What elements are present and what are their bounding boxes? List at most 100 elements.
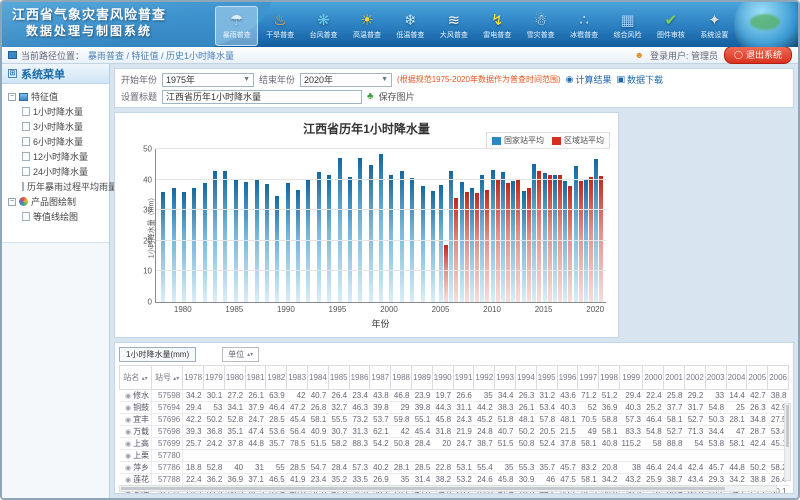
year-header-2004[interactable]: 2004 [726, 366, 747, 390]
tree-item-历年暴雨过程平均雨量[interactable]: 历年暴雨过程平均雨量 [8, 179, 107, 194]
toolbar-typhoon-survey[interactable]: ❋台风普查 [302, 6, 345, 46]
table-row-莲花[interactable]: ◉莲花5778822.436.236.937.146.541.923.435.2… [120, 474, 789, 486]
station-name-cell[interactable]: ◉铜鼓 [120, 402, 152, 414]
year-header-1987[interactable]: 1987 [370, 366, 391, 390]
expand-icon[interactable]: − [8, 198, 16, 206]
radio-icon[interactable]: ◉ [125, 441, 131, 448]
station-name-cell[interactable]: ◉莲花 [120, 474, 152, 486]
radio-icon[interactable]: ◉ [125, 417, 131, 424]
breadcrumb[interactable]: 暴雨普查 / 特征值 / 历史1小时降水量 [88, 49, 234, 62]
toolbar-hail-survey[interactable]: ∴冰雹普查 [562, 6, 605, 46]
radio-icon[interactable]: ◉ [125, 405, 131, 412]
year-header-1988[interactable]: 1988 [391, 366, 412, 390]
expand-icon[interactable]: − [8, 93, 16, 101]
vertical-scrollbar[interactable] [784, 403, 791, 481]
toolbar-rainstorm-survey[interactable]: ☂暴雨普查 [215, 6, 258, 46]
radio-icon[interactable]: ◉ [125, 393, 131, 400]
year-header-1984[interactable]: 1984 [308, 366, 329, 390]
toolbar-snow-survey[interactable]: ☃雪灾普查 [519, 6, 562, 46]
tree-item-24小时降水量[interactable]: 24小时降水量 [8, 164, 107, 179]
calc-result-button[interactable]: ◉ 计算结果 [566, 73, 612, 86]
gridline [156, 209, 606, 210]
toolbar-system-settings[interactable]: ✦系统设置 [693, 6, 736, 46]
table-row-铜鼓[interactable]: ◉铜鼓5769429.45334.137.946.447.226.832.746… [120, 402, 789, 414]
tree-group-1[interactable]: −产品图绘制 [8, 194, 107, 209]
plot-area: 01020304050 [155, 149, 606, 303]
tree-item-12小时降水量[interactable]: 12小时降水量 [8, 149, 107, 164]
table-row-上高[interactable]: ◉上高5769925.724.237.844.835.778.551.558.2… [120, 438, 789, 450]
end-year-select[interactable]: 2020年▼ [300, 73, 392, 87]
year-header-1986[interactable]: 1986 [349, 366, 370, 390]
start-year-select[interactable]: 1975年▼ [162, 73, 254, 87]
station-name-cell[interactable]: ◉萍乡 [120, 462, 152, 474]
year-header-2006[interactable]: 2006 [768, 366, 789, 390]
table-row-万载[interactable]: ◉万载5769839.336.835.147.453.656.440.930.7… [120, 426, 789, 438]
toolbar-drought-survey[interactable]: ♨干旱普查 [258, 6, 301, 46]
year-header-1983[interactable]: 1983 [287, 366, 308, 390]
table-row-上栗[interactable]: ◉上栗57780 [120, 450, 789, 462]
radio-icon[interactable]: ◉ [125, 477, 131, 484]
year-header-1994[interactable]: 1994 [515, 366, 536, 390]
year-header-1997[interactable]: 1997 [578, 366, 599, 390]
year-header-1989[interactable]: 1989 [412, 366, 433, 390]
toolbar-map-review[interactable]: ✔图件审核 [649, 6, 692, 46]
year-header-2000[interactable]: 2000 [643, 366, 664, 390]
year-header-1980[interactable]: 1980 [224, 366, 245, 390]
table-row-修水[interactable]: ◉修水5759834.230.127.226.163.94240.726.423… [120, 390, 789, 402]
year-header-1979[interactable]: 1979 [204, 366, 225, 390]
toolbar-low-temp-survey[interactable]: ❄低温普查 [389, 6, 432, 46]
column-header-站号[interactable]: 站号 ▴▾ [152, 366, 183, 390]
logout-button[interactable]: ◯ 退出系统 [724, 46, 792, 64]
table-panel: 1小时降水量(mm) 单位▴▾ 站名 ▴▾站号 ▴▾19781979198019… [114, 342, 794, 494]
table-row-宜丰[interactable]: ◉宜丰5769642.250.252.824.728.545.458.155.5… [120, 414, 789, 426]
tree-group-0[interactable]: −特征值 [8, 89, 107, 104]
station-name-cell[interactable]: ◉宜丰 [120, 414, 152, 426]
station-name-cell[interactable]: ◉修水 [120, 390, 152, 402]
year-header-1993[interactable]: 1993 [495, 366, 516, 390]
national-bar-1992 [306, 180, 310, 302]
national-bar-1998 [369, 165, 373, 302]
column-header-站名[interactable]: 站名 ▴▾ [120, 366, 152, 390]
chart-title-input[interactable]: 江西省历年1小时降水量 [162, 90, 362, 104]
year-header-1978[interactable]: 1978 [183, 366, 204, 390]
station-name-cell[interactable]: ◉上高 [120, 438, 152, 450]
toolbar-high-temp-survey[interactable]: ☀高温普查 [345, 6, 388, 46]
year-header-1985[interactable]: 1985 [328, 366, 349, 390]
vscroll-thumb[interactable] [786, 405, 789, 447]
bar-group-1996 [345, 149, 355, 302]
horizontal-scrollbar[interactable] [119, 485, 777, 492]
unit-button[interactable]: 1小时降水量(mm) [119, 347, 196, 362]
year-header-1996[interactable]: 1996 [557, 366, 578, 390]
station-name-cell[interactable]: ◉上栗 [120, 450, 152, 462]
radio-icon[interactable]: ◉ [125, 465, 131, 472]
year-header-1995[interactable]: 1995 [536, 366, 557, 390]
year-header-2003[interactable]: 2003 [705, 366, 726, 390]
toolbar-wind-survey[interactable]: ≋大风普查 [432, 6, 475, 46]
save-image-button[interactable]: 保存图片 [379, 90, 415, 103]
hscroll-thumb[interactable] [121, 487, 725, 490]
value-cell: 21.9 [453, 426, 474, 438]
data-download-button[interactable]: ▣ 数据下载 [617, 73, 664, 86]
year-header-2005[interactable]: 2005 [747, 366, 768, 390]
year-header-2001[interactable]: 2001 [664, 366, 685, 390]
year-header-1998[interactable]: 1998 [599, 366, 620, 390]
year-header-1991[interactable]: 1991 [453, 366, 474, 390]
table-row-萍乡[interactable]: ◉萍乡5778618.852.840315528.554.728.457.340… [120, 462, 789, 474]
year-header-1981[interactable]: 1981 [245, 366, 266, 390]
radio-icon[interactable]: ◉ [125, 429, 131, 436]
tree-item-等值线绘图[interactable]: 等值线绘图 [8, 209, 107, 224]
tree-item-3小时降水量[interactable]: 3小时降水量 [8, 119, 107, 134]
radio-icon[interactable]: ◉ [125, 453, 131, 460]
year-header-2002[interactable]: 2002 [685, 366, 706, 390]
value-cell: 20 [432, 438, 453, 450]
year-header-1990[interactable]: 1990 [432, 366, 453, 390]
station-name-cell[interactable]: ◉万载 [120, 426, 152, 438]
year-header-1982[interactable]: 1982 [266, 366, 287, 390]
year-header-1992[interactable]: 1992 [474, 366, 495, 390]
tree-item-6小时降水量[interactable]: 6小时降水量 [8, 134, 107, 149]
toolbar-lightning-survey[interactable]: ↯雷电普查 [476, 6, 519, 46]
year-header-1999[interactable]: 1999 [619, 366, 642, 390]
unit-sort-control[interactable]: 单位▴▾ [222, 347, 259, 362]
tree-item-1小时降水量[interactable]: 1小时降水量 [8, 104, 107, 119]
toolbar-comprehensive-risk[interactable]: ▦综合风险 [606, 6, 649, 46]
